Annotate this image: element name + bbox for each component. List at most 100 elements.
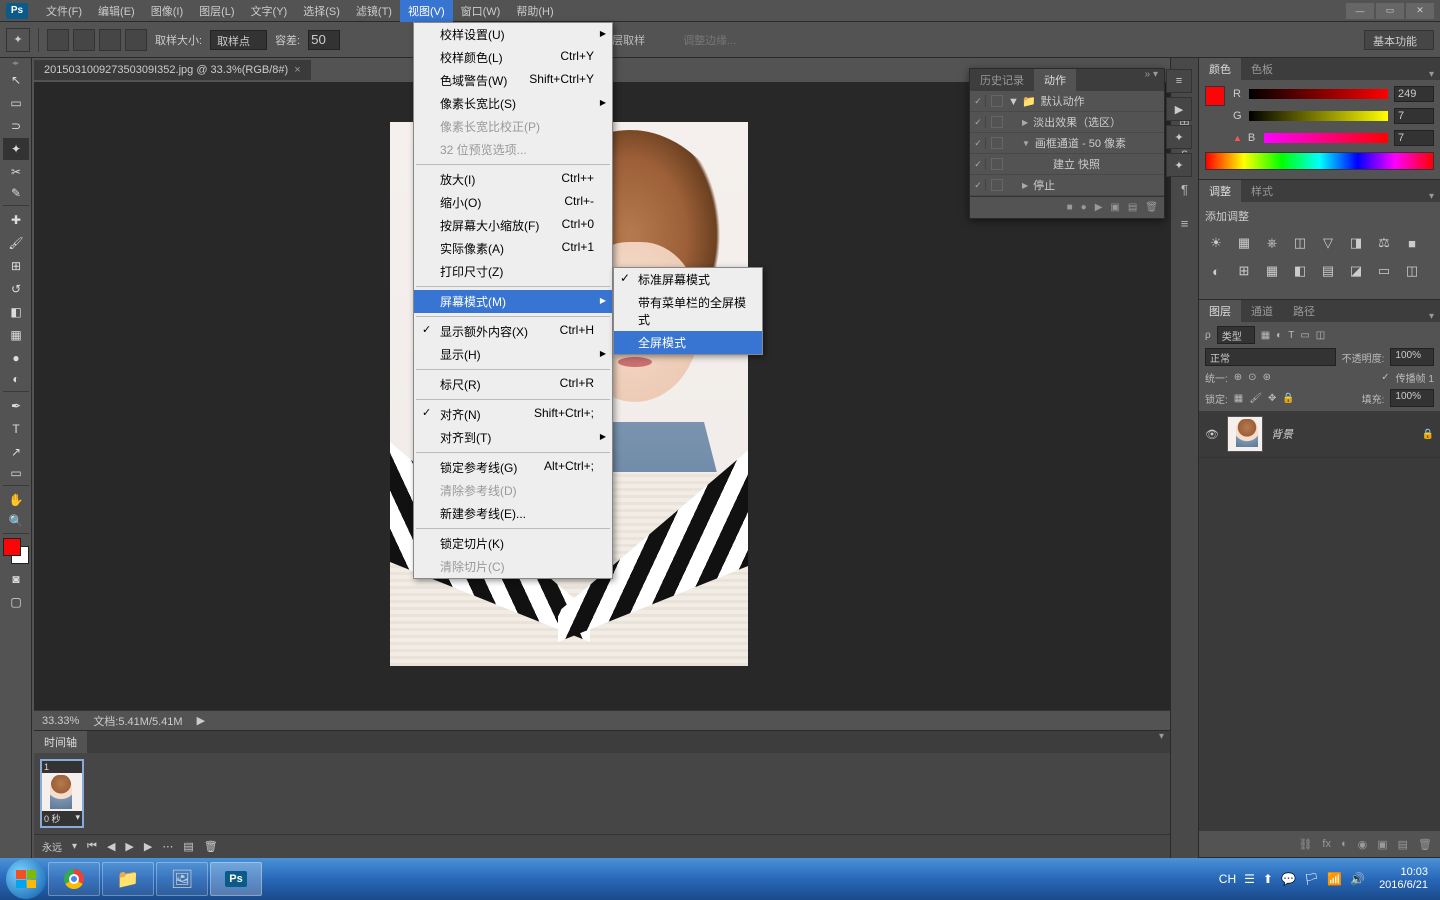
prev-frame-icon[interactable]: ◀ xyxy=(107,840,115,853)
filter-text-icon[interactable]: T xyxy=(1288,330,1294,341)
menu-item[interactable]: 像素长宽比(S) xyxy=(414,92,612,115)
r-value[interactable]: 249 xyxy=(1394,86,1434,102)
tab-layers[interactable]: 图层 xyxy=(1199,300,1241,322)
status-arrow[interactable]: ▶ xyxy=(197,714,205,727)
delete-icon[interactable]: 🗑 xyxy=(1145,202,1158,213)
menu-file[interactable]: 文件(F) xyxy=(38,0,90,22)
blend-mode[interactable]: 正常 xyxy=(1205,348,1336,366)
invert-icon[interactable]: ◧ xyxy=(1291,262,1309,280)
minimize-button[interactable]: — xyxy=(1346,3,1374,19)
animation-frame[interactable]: 1 0 秒▾ xyxy=(40,759,84,828)
layer-name[interactable]: 背景 xyxy=(1271,426,1414,442)
menu-edit[interactable]: 编辑(E) xyxy=(90,0,143,22)
threshold-icon[interactable]: ◪ xyxy=(1347,262,1365,280)
action-row[interactable]: ✓建立 快照 xyxy=(970,154,1164,175)
text-tool[interactable]: T xyxy=(3,418,29,440)
layer-row[interactable]: 👁 背景 🔒 xyxy=(1199,411,1440,458)
menu-item[interactable]: 按屏幕大小缩放(F)Ctrl+0 xyxy=(414,214,612,237)
zoom-tool[interactable]: 🔍 xyxy=(3,512,29,534)
channel-mixer-icon[interactable]: ⊞ xyxy=(1235,262,1253,280)
panel-menu-icon[interactable]: ▾ xyxy=(1153,731,1170,753)
next-frame-icon[interactable]: ▶ xyxy=(144,840,152,853)
task-app[interactable]: 🖼 xyxy=(156,862,208,896)
stamp-tool[interactable]: ⊞ xyxy=(3,255,29,277)
g-slider[interactable] xyxy=(1249,111,1388,121)
b-slider[interactable] xyxy=(1264,133,1388,143)
strip-icon-5[interactable]: ≡ xyxy=(1176,214,1194,232)
menu-item[interactable]: 屏幕模式(M) xyxy=(414,290,612,313)
start-button[interactable] xyxy=(6,859,46,899)
submenu-item[interactable]: 全屏模式 xyxy=(614,331,762,354)
side-btn-1[interactable]: ≡ xyxy=(1166,69,1192,93)
side-btn-4[interactable]: ✦ xyxy=(1166,153,1192,177)
levels-icon[interactable]: ▦ xyxy=(1235,234,1253,252)
submenu-item[interactable]: 带有菜单栏的全屏模式 xyxy=(614,291,762,331)
lookup-icon[interactable]: ▦ xyxy=(1263,262,1281,280)
menu-item[interactable]: 标尺(R)Ctrl+R xyxy=(414,373,612,396)
hue-icon[interactable]: ◨ xyxy=(1347,234,1365,252)
tab-channels[interactable]: 通道 xyxy=(1241,300,1283,322)
visibility-icon[interactable]: 👁 xyxy=(1205,428,1219,441)
layer-thumbnail[interactable] xyxy=(1227,416,1263,452)
play-icon[interactable]: ▶ xyxy=(125,840,133,853)
menu-view[interactable]: 视图(V) xyxy=(400,0,453,22)
new-set-icon[interactable]: ▣ xyxy=(1110,202,1119,213)
menu-item[interactable]: 校样颜色(L)Ctrl+Y xyxy=(414,46,612,69)
menu-item[interactable]: ✓对齐(N)Shift+Ctrl+; xyxy=(414,403,612,426)
frame-delay[interactable]: 0 秒▾ xyxy=(42,811,82,826)
filter-shape-icon[interactable]: ▭ xyxy=(1300,330,1309,341)
menu-window[interactable]: 窗口(W) xyxy=(453,0,509,22)
current-tool-icon[interactable]: ✦ xyxy=(6,28,30,52)
gradient-tool[interactable]: ▦ xyxy=(3,324,29,346)
menu-item[interactable]: 打印尺寸(Z) xyxy=(414,260,612,283)
fill-value[interactable]: 100% xyxy=(1390,389,1434,407)
b-value[interactable]: 7 xyxy=(1394,130,1434,146)
action-row[interactable]: ✓▼ 📁默认动作 xyxy=(970,91,1164,112)
unify-style-icon[interactable]: ⊛ xyxy=(1263,372,1271,383)
menu-help[interactable]: 帮助(H) xyxy=(508,0,561,22)
tray-icon[interactable]: ☰ xyxy=(1244,872,1255,886)
tween-icon[interactable]: ⋯ xyxy=(162,840,173,853)
panel-menu-icon[interactable]: » ▾ xyxy=(1139,69,1164,91)
selection-intersect-button[interactable] xyxy=(125,29,147,51)
menu-item[interactable]: 对齐到(T) xyxy=(414,426,612,449)
color-spectrum[interactable] xyxy=(1205,152,1434,170)
kind-filter[interactable]: 类型 xyxy=(1217,326,1255,344)
maximize-button[interactable]: ▭ xyxy=(1376,3,1404,19)
task-photoshop[interactable]: Ps xyxy=(210,862,262,896)
lock-pixels-icon[interactable]: 🖌 xyxy=(1249,393,1262,404)
filter-pixels-icon[interactable]: ▦ xyxy=(1261,330,1270,341)
panel-menu-icon[interactable]: ▾ xyxy=(1423,69,1440,80)
filter-adjust-icon[interactable]: ◐ xyxy=(1276,330,1282,341)
tab-paths[interactable]: 路径 xyxy=(1283,300,1325,322)
foreground-color[interactable] xyxy=(3,538,21,556)
eyedropper-tool[interactable]: ✎ xyxy=(3,184,29,206)
side-btn-2[interactable]: ▶ xyxy=(1166,97,1192,121)
menu-item[interactable]: 缩小(O)Ctrl+- xyxy=(414,191,612,214)
doc-info[interactable]: 文档:5.41M/5.41M xyxy=(93,713,182,729)
strip-icon-4[interactable]: ¶ xyxy=(1176,180,1194,198)
tab-swatches[interactable]: 色板 xyxy=(1241,58,1283,80)
lock-trans-icon[interactable]: ▦ xyxy=(1234,393,1243,404)
gradient-map-icon[interactable]: ▭ xyxy=(1375,262,1393,280)
new-frame-icon[interactable]: ▤ xyxy=(183,840,193,853)
r-slider[interactable] xyxy=(1249,89,1388,99)
menu-item[interactable]: 色域警告(W)Shift+Ctrl+Y xyxy=(414,69,612,92)
stop-icon[interactable]: ■ xyxy=(1067,202,1073,213)
menu-filter[interactable]: 滤镜(T) xyxy=(348,0,400,22)
healing-tool[interactable]: ✚ xyxy=(3,209,29,231)
record-icon[interactable]: ● xyxy=(1081,202,1087,213)
menu-item[interactable]: 锁定切片(K) xyxy=(414,532,612,555)
group-icon[interactable]: ▣ xyxy=(1377,838,1387,851)
brush-tool[interactable]: 🖌 xyxy=(3,232,29,254)
refine-edge-button[interactable]: 调整边缘... xyxy=(683,32,736,48)
crop-tool[interactable]: ✂ xyxy=(3,161,29,183)
pen-tool[interactable]: ✒ xyxy=(3,395,29,417)
dodge-tool[interactable]: ◐ xyxy=(3,370,29,392)
fg-swatch[interactable] xyxy=(1205,86,1225,106)
exposure-icon[interactable]: ◫ xyxy=(1291,234,1309,252)
shape-tool[interactable]: ▭ xyxy=(3,464,29,486)
quickmask-tool[interactable]: ◙ xyxy=(3,568,29,590)
lock-all-icon[interactable]: 🔒 xyxy=(1282,393,1294,404)
panel-menu-icon[interactable]: ▾ xyxy=(1423,311,1440,322)
